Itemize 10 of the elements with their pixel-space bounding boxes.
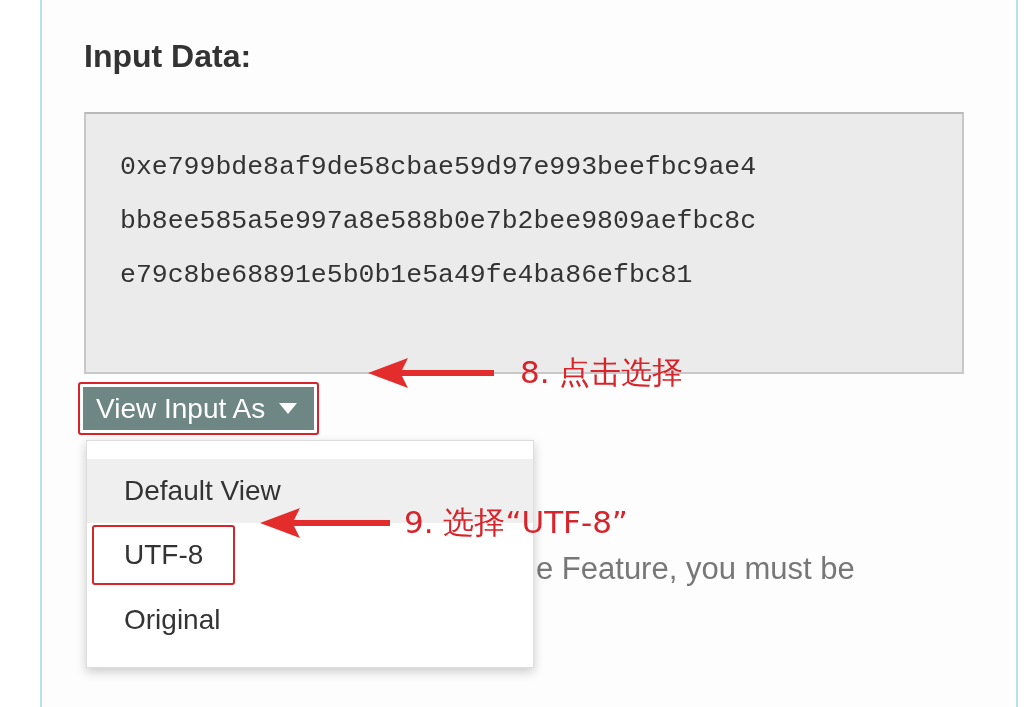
hex-line: 0xe799bde8af9de58cbae59d97e993beefbc9ae4 xyxy=(120,151,758,184)
section-title: Input Data: xyxy=(84,37,253,76)
hex-line: e79c8be68891e5b0b1e5a49fe4ba86efbc81 xyxy=(120,259,694,292)
view-input-as-button[interactable]: View Input As xyxy=(78,382,320,435)
caret-icon xyxy=(279,403,298,414)
arrow-icon xyxy=(368,356,494,390)
arrow-icon xyxy=(260,506,390,540)
hex-line: bb8ee585a5e997a8e588b0e7b2bee9809aefbc8c xyxy=(120,205,758,238)
note-text: e Feature, you must be xyxy=(536,551,856,587)
dropdown-item[interactable]: Original xyxy=(87,587,533,653)
